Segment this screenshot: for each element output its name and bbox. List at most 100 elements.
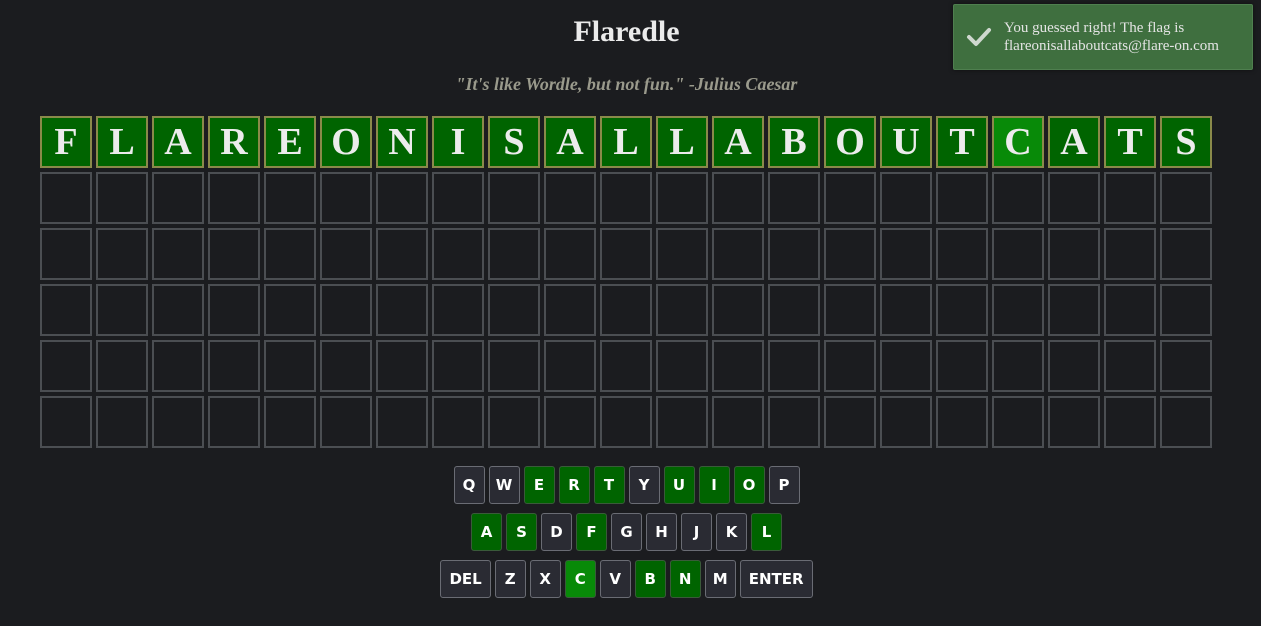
key-x[interactable]: X — [529, 560, 561, 598]
board-tile — [40, 228, 92, 280]
board-tile — [264, 284, 316, 336]
toast-line-1: You guessed right! The flag is — [1004, 20, 1185, 36]
board-tile — [936, 228, 988, 280]
board-tile: R — [208, 116, 260, 168]
key-h[interactable]: H — [646, 513, 677, 551]
board-tile — [208, 284, 260, 336]
key-c[interactable]: C — [564, 560, 596, 598]
board-tile — [1048, 284, 1100, 336]
board-tile — [824, 228, 876, 280]
key-s[interactable]: S — [506, 513, 537, 551]
key-g[interactable]: G — [611, 513, 642, 551]
board-tile — [936, 172, 988, 224]
board-tile — [432, 172, 484, 224]
key-i[interactable]: I — [698, 466, 730, 504]
page-subtitle: "It's like Wordle, but not fun." -Julius… — [455, 74, 798, 94]
board-tile — [656, 172, 708, 224]
board-tile — [1104, 284, 1156, 336]
board-tile — [992, 284, 1044, 336]
board-tile — [208, 340, 260, 392]
key-b[interactable]: B — [634, 560, 666, 598]
board-tile: F — [40, 116, 92, 168]
board-tile: O — [824, 116, 876, 168]
board-tile — [936, 284, 988, 336]
key-f[interactable]: F — [576, 513, 607, 551]
board-tile — [432, 396, 484, 448]
board-tile — [40, 284, 92, 336]
success-toast[interactable]: You guessed right! The flag is flareonis… — [953, 4, 1253, 70]
board-tile — [936, 340, 988, 392]
board-tile — [656, 284, 708, 336]
board-tile — [880, 228, 932, 280]
key-e[interactable]: E — [523, 466, 555, 504]
key-a[interactable]: A — [471, 513, 502, 551]
key-p[interactable]: P — [768, 466, 800, 504]
key-j[interactable]: J — [681, 513, 712, 551]
key-k[interactable]: K — [716, 513, 747, 551]
key-y[interactable]: Y — [628, 466, 660, 504]
board-tile: A — [152, 116, 204, 168]
key-u[interactable]: U — [663, 466, 695, 504]
board-tile — [40, 396, 92, 448]
board-tile: T — [936, 116, 988, 168]
board-tile — [768, 396, 820, 448]
key-n[interactable]: N — [669, 560, 701, 598]
board-tile — [96, 396, 148, 448]
board-tile — [320, 340, 372, 392]
board-tile — [544, 396, 596, 448]
board-tile: I — [432, 116, 484, 168]
key-w[interactable]: W — [488, 466, 520, 504]
board-tile — [1048, 340, 1100, 392]
board-tile — [544, 340, 596, 392]
board-tile — [768, 228, 820, 280]
board-tile — [712, 396, 764, 448]
board-tile — [376, 172, 428, 224]
key-o[interactable]: O — [733, 466, 765, 504]
board-tile — [152, 172, 204, 224]
board-tile — [544, 228, 596, 280]
board-tile — [1104, 340, 1156, 392]
board-tile — [1104, 396, 1156, 448]
key-l[interactable]: L — [751, 513, 782, 551]
key-v[interactable]: V — [599, 560, 631, 598]
board-tile — [376, 340, 428, 392]
board-tile — [152, 396, 204, 448]
board-tile — [264, 396, 316, 448]
board-tile — [1048, 396, 1100, 448]
board-tile — [880, 396, 932, 448]
board-tile — [376, 228, 428, 280]
board-tile — [488, 340, 540, 392]
key-m[interactable]: M — [704, 560, 736, 598]
board-tile — [992, 172, 1044, 224]
board-tile — [880, 284, 932, 336]
key-enter[interactable]: ENTER — [739, 560, 813, 598]
board-tile — [992, 340, 1044, 392]
key-d[interactable]: D — [541, 513, 572, 551]
key-q[interactable]: Q — [453, 466, 485, 504]
board-tile — [1160, 284, 1212, 336]
key-t[interactable]: T — [593, 466, 625, 504]
key-r[interactable]: R — [558, 466, 590, 504]
board-tile — [432, 340, 484, 392]
board-tile — [656, 340, 708, 392]
key-del[interactable]: DEL — [440, 560, 491, 598]
board-tile: S — [488, 116, 540, 168]
board-tile: L — [600, 116, 652, 168]
board-tile — [96, 284, 148, 336]
board-tile — [264, 172, 316, 224]
board-tile — [320, 284, 372, 336]
board-tile — [712, 284, 764, 336]
key-z[interactable]: Z — [494, 560, 526, 598]
board-tile — [488, 228, 540, 280]
board-tile: A — [712, 116, 764, 168]
board-tile — [1104, 228, 1156, 280]
board-tile: T — [1104, 116, 1156, 168]
board-tile: N — [376, 116, 428, 168]
board-tile — [824, 172, 876, 224]
board-tile — [208, 172, 260, 224]
board-tile — [96, 340, 148, 392]
board-tile — [96, 228, 148, 280]
board-tile — [432, 228, 484, 280]
board-tile — [488, 284, 540, 336]
board-tile: B — [768, 116, 820, 168]
